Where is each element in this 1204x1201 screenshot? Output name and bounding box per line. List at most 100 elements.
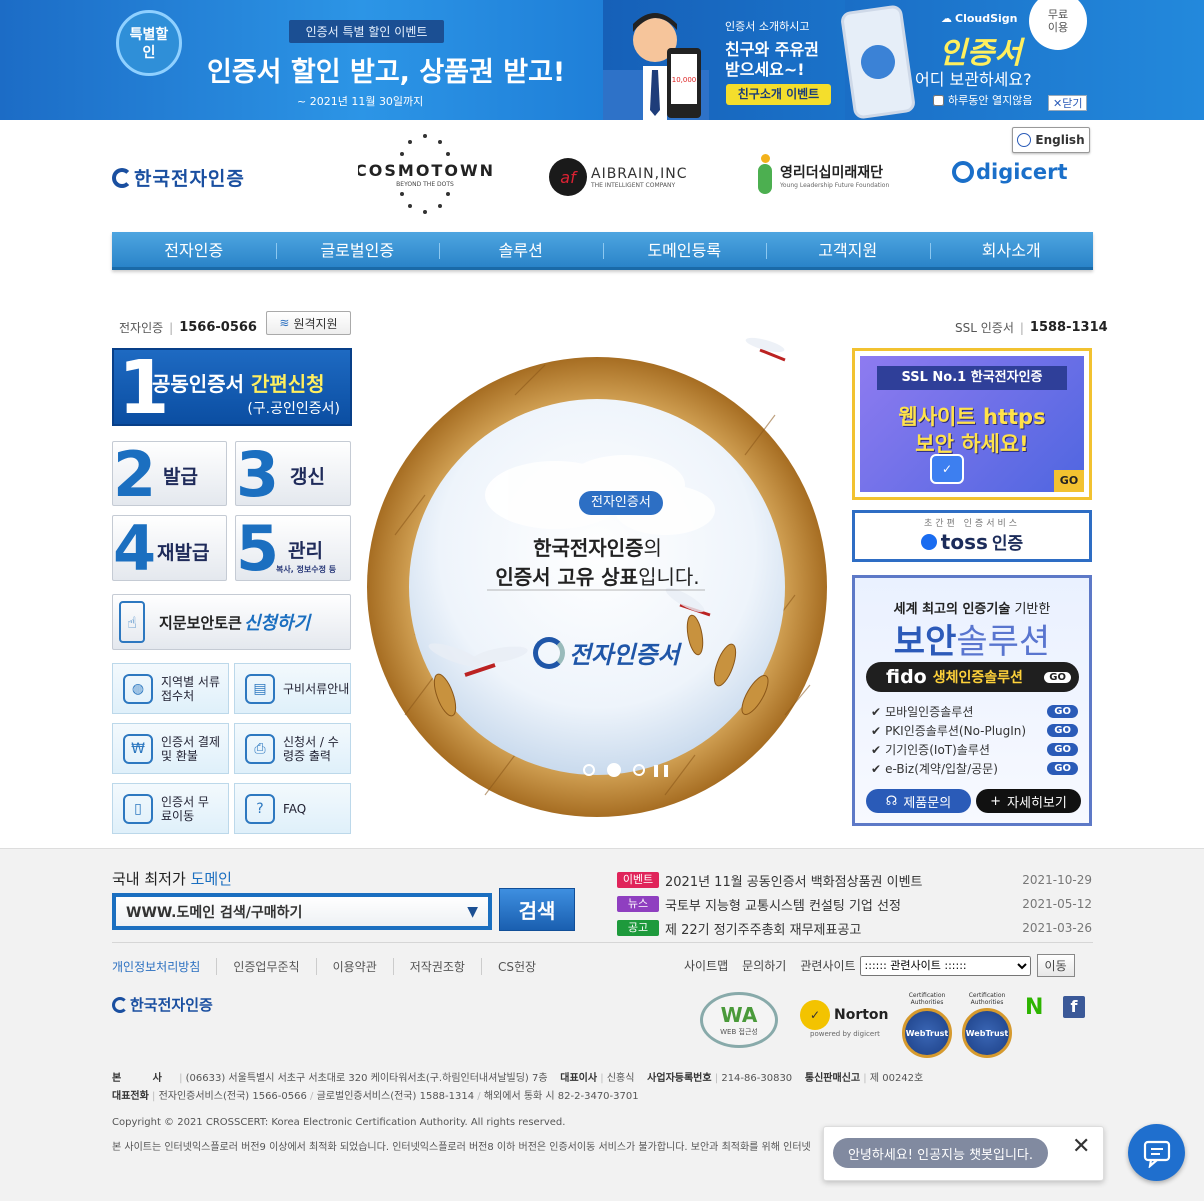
cloudsign-banner[interactable]: ☁ CloudSign 인증서 어디 보관하세요? 무료이용 하루동안 열지않음 … xyxy=(839,0,1204,120)
carousel-dot-3[interactable] xyxy=(633,764,645,776)
nav-electronic-cert[interactable]: 전자인증 xyxy=(112,232,276,267)
toss-auth-banner[interactable]: 초간편 인증서비스 toss 인증 xyxy=(852,510,1092,562)
list-item[interactable]: ✔ 모바일인증솔루션 GO xyxy=(871,702,1078,721)
footer-links: 개인정보처리방침 인증업무준칙 이용약관 저작권조항 CS헌장 xyxy=(112,958,552,975)
pause-icon[interactable]: ❚❚ xyxy=(651,763,671,777)
dont-show-checkbox[interactable] xyxy=(933,94,944,106)
news-item[interactable]: 뉴스 국토부 지능형 교통시스템 컨설팅 기업 선정 2021-05-12 xyxy=(617,892,1092,916)
copyright: Copyright © 2021 CROSSCERT: Korea Electr… xyxy=(112,1117,566,1128)
nav-support[interactable]: 고객지원 xyxy=(766,232,930,267)
sitemap-link[interactable]: 사이트맵 xyxy=(684,957,728,974)
cert-seal-icon xyxy=(533,636,565,669)
nav-solution[interactable]: 솔루션 xyxy=(439,232,603,267)
logo-c-icon xyxy=(112,996,128,1013)
carousel-dot-1[interactable] xyxy=(583,764,595,776)
free-transfer-button[interactable]: ▯ 인증서 무료이동 xyxy=(112,783,229,834)
digicert-logo-icon xyxy=(952,161,974,183)
wifi-icon: ≋ xyxy=(279,316,290,330)
list-item[interactable]: ✔ 기기인증(IoT)솔루션 GO xyxy=(871,740,1078,759)
referral-line1: 인증서 소개하시고 xyxy=(725,20,810,33)
chatbot-greeting[interactable]: 안녕하세요! 인공지능 챗봇입니다. xyxy=(833,1138,1048,1168)
cps-link[interactable]: 인증업무준칙 xyxy=(216,958,315,975)
webtrust-badge-2: Certification Authorities WebTrust xyxy=(960,992,1014,1058)
partner-cosmotown[interactable]: COSMOTOWN BEYOND THE DOTS xyxy=(355,132,493,218)
referral-banner[interactable]: 10,000 인증서 소개하시고 친구와 주유권 받으세요~! 친구소개 이벤트 xyxy=(603,0,845,120)
apply-title: 공동인증서 간편신청 xyxy=(152,372,325,396)
site-logo[interactable]: 한국전자인증 xyxy=(112,164,245,191)
privacy-policy-link[interactable]: 개인정보처리방침 xyxy=(112,958,216,975)
carousel-dot-2[interactable] xyxy=(607,763,621,777)
regional-office-button[interactable]: ◍ 지역별 서류접수처 xyxy=(112,663,229,714)
referral-event-button[interactable]: 친구소개 이벤트 xyxy=(726,84,831,105)
cs-charter-link[interactable]: CS헌장 xyxy=(480,958,552,975)
terms-link[interactable]: 이용약관 xyxy=(315,958,393,975)
renew-tile[interactable]: 3 갱신 xyxy=(235,441,351,506)
partner-aibrain[interactable]: af AIBRAIN,INC THE INTELLIGENT COMPANY xyxy=(549,155,699,199)
product-inquiry-button[interactable]: ☊ 제품문의 xyxy=(866,789,971,813)
ssl-go-button[interactable]: GO xyxy=(1054,470,1084,492)
event-banner[interactable]: 특별할인 인증서 특별 할인 이벤트 인증서 할인 받고, 상품권 받고! ~ … xyxy=(0,0,603,120)
mobile-transfer-icon: ▯ xyxy=(123,793,153,824)
web-accessibility-badge: WA WEB 접근성 xyxy=(700,992,778,1048)
partner-digicert[interactable]: digicert xyxy=(952,160,1068,184)
list-item[interactable]: ✔ PKI인증솔루션(No-PlugIn) GO xyxy=(871,721,1078,740)
remote-support-button[interactable]: ≋ 원격지원 xyxy=(266,311,351,335)
event-date: ~ 2021년 11월 30일까지 xyxy=(297,95,424,108)
go-button[interactable]: 이동 xyxy=(1036,954,1075,977)
center-line2: 인증서 고유 상표입니다. xyxy=(495,565,700,589)
chat-icon xyxy=(1143,1140,1170,1168)
reissue-tile[interactable]: 4 재발급 xyxy=(112,515,227,581)
english-button[interactable]: English xyxy=(1012,127,1090,153)
cosmotown-dots-icon: COSMOTOWN BEYOND THE DOTS xyxy=(355,134,493,214)
payment-refund-button[interactable]: ₩ 인증서 결제 및 환불 xyxy=(112,723,229,774)
facebook-icon[interactable]: f xyxy=(1063,996,1085,1018)
manage-tile[interactable]: 5 관리 복사, 정보수정 등 xyxy=(235,515,351,581)
fido-button[interactable]: fido 생체인증솔루션 GO xyxy=(866,662,1079,692)
inquiry-link[interactable]: 문의하기 xyxy=(742,957,786,974)
chatbot-button[interactable] xyxy=(1128,1124,1185,1181)
nav-company[interactable]: 회사소개 xyxy=(929,232,1094,267)
faq-icon: ? xyxy=(245,793,275,824)
ssl-banner[interactable]: SSL No.1 한국전자인증 웹사이트 https 보안 하세요! ✓ GO xyxy=(852,348,1092,500)
leadership-logo-icon xyxy=(754,152,776,198)
dont-show-today[interactable]: 하루동안 열지않음 xyxy=(933,92,1032,108)
naver-icon[interactable]: N xyxy=(1025,995,1043,1020)
phone-illustration xyxy=(839,4,917,120)
fido-go-button[interactable]: GO xyxy=(1044,671,1071,683)
headset-icon: ☊ xyxy=(885,793,898,809)
domain-search-button[interactable]: 검색 xyxy=(499,888,575,931)
svg-text:COSMOTOWN: COSMOTOWN xyxy=(358,161,493,180)
center-line1: 한국전자인증의 xyxy=(533,536,662,560)
list-item[interactable]: ✔ e-Biz(계약/입찰/공문) GO xyxy=(871,759,1078,778)
print-form-button[interactable]: ⎙ 신청서 / 수령증 출력 xyxy=(234,723,351,774)
webtrust-badge-1: Certification Authorities WebTrust xyxy=(900,992,954,1058)
fingerprint-token-button[interactable]: ☝ 지문보안토큰 신청하기 xyxy=(112,594,351,650)
cloud-icon: ☁ xyxy=(941,12,952,25)
dropdown-arrow-icon: ▼ xyxy=(467,903,478,920)
domain-search-input[interactable]: WWW.도메인 검색/구매하기 ▼ xyxy=(112,893,492,930)
nav-domain[interactable]: 도메인등록 xyxy=(602,232,767,267)
more-details-button[interactable]: + 자세히보기 xyxy=(976,789,1081,813)
faq-button[interactable]: ? FAQ xyxy=(234,783,351,834)
issue-tile[interactable]: 2 발급 xyxy=(112,441,227,506)
security-solution-banner: 세계 최고의 인증기술 기반한 보안솔루션 fido 생체인증솔루션 GO ✔ 모… xyxy=(852,575,1092,826)
solution-list: ✔ 모바일인증솔루션 GO ✔ PKI인증솔루션(No-PlugIn) GO ✔ 기기인증… xyxy=(871,702,1078,778)
related-site-select[interactable]: :::::: 관련사이트 :::::: xyxy=(859,955,1031,976)
copyright-link[interactable]: 저작권조항 xyxy=(392,958,481,975)
norton-check-icon: ✓ xyxy=(800,1000,830,1030)
e-cert-mark: 전자인증서 xyxy=(533,635,679,670)
nav-global-cert[interactable]: 글로벌인증 xyxy=(275,232,440,267)
footer-logo: 한국전자인증 xyxy=(112,994,213,1015)
globe-icon: ◍ xyxy=(123,673,153,704)
cloudsign-brand: ☁ CloudSign xyxy=(941,12,1018,25)
apply-cert-button[interactable]: 1 공동인증서 간편신청 (구.공인인증서) xyxy=(112,348,352,428)
close-banner-button[interactable]: ✕닫기 xyxy=(1048,95,1088,111)
news-item[interactable]: 공고 제 22기 정기주주총회 재무제표공고 2021-03-26 xyxy=(617,916,1092,940)
news-item[interactable]: 이벤트 2021년 11월 공동인증서 백화점상품권 이벤트 2021-10-29 xyxy=(617,868,1092,892)
required-docs-button[interactable]: ▤ 구비서류안내 xyxy=(234,663,351,714)
center-badge: 전자인증서 xyxy=(579,491,663,515)
partner-young-leadership[interactable]: 영리더십미래재단 Young Leadership Future Foundat… xyxy=(754,150,904,200)
close-icon[interactable]: ✕ xyxy=(1072,1134,1090,1159)
main-visual-carousel[interactable]: 전자인증서 한국전자인증의 인증서 고유 상표입니다. 전자인증서 ❚❚ xyxy=(365,335,830,840)
right-phone: SSL 인증서 | 1588-1314 xyxy=(955,320,1108,335)
